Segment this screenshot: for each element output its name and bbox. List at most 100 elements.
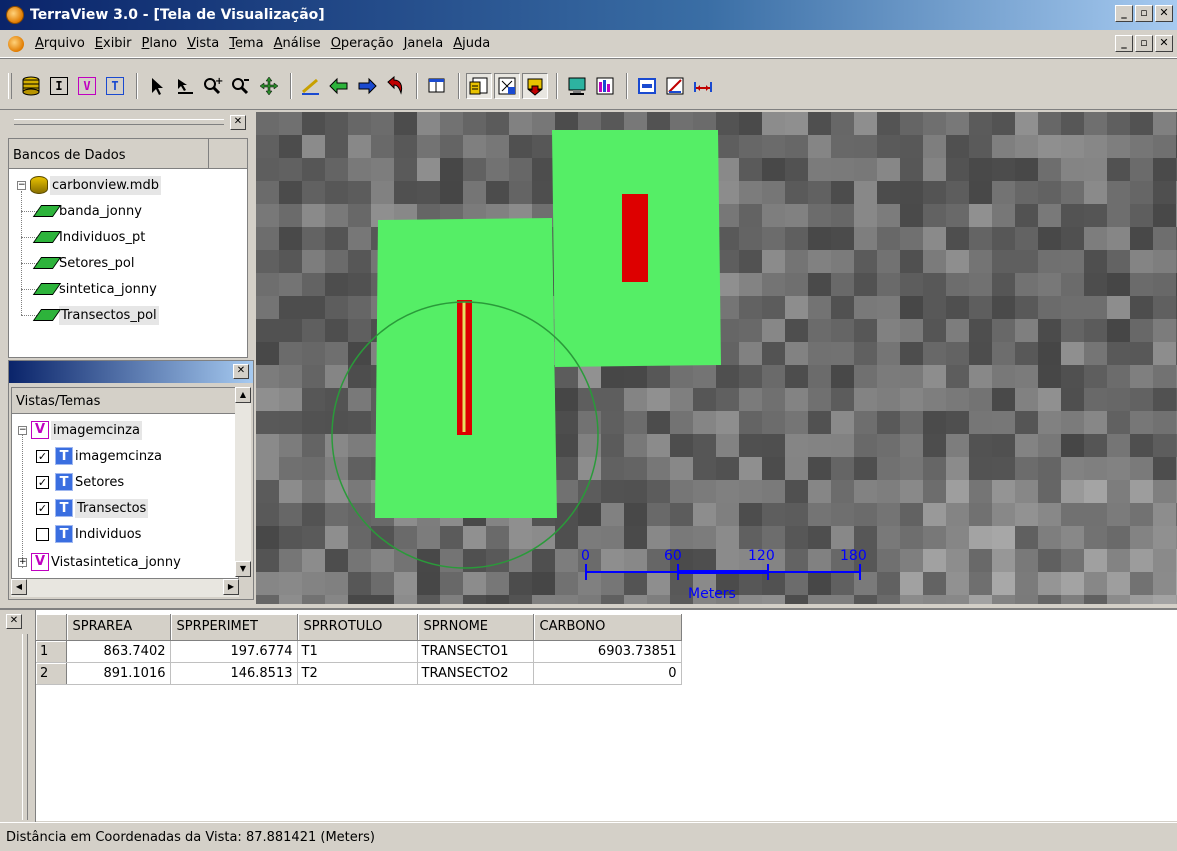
raster-cell — [854, 480, 877, 503]
raster-cell — [923, 112, 946, 135]
document-restore-button[interactable]: ▫ — [1135, 35, 1153, 52]
views-themes-panel: ✕ Vistas/Temas − V imagemcinza ✓ T image… — [8, 360, 254, 600]
menu-analise[interactable]: Análise — [269, 36, 326, 51]
tree-item-theme-setores[interactable]: ✓ T Setores — [36, 470, 124, 494]
draw-line-icon[interactable] — [298, 73, 324, 99]
cell-carbono[interactable]: 6903.73851 — [533, 640, 682, 663]
tree-item-layer-transectos-pol[interactable]: Transectos_pol — [21, 303, 159, 327]
raster-cell — [1084, 595, 1107, 604]
theme-checkbox[interactable]: ✓ — [36, 501, 49, 515]
tree-item-layer-sintetica-jonny[interactable]: sintetica_jonny — [21, 277, 157, 301]
raster-cell — [394, 181, 417, 204]
close-button[interactable]: ✕ — [1155, 5, 1173, 22]
table-close-icon[interactable]: ✕ — [6, 614, 22, 629]
table-icon[interactable] — [424, 73, 450, 99]
table-row[interactable]: 2 891.1016 146.8513 T2 TRANSECTO2 0 — [36, 662, 682, 685]
theme-letter-button[interactable]: T — [102, 73, 128, 99]
zoom-out-icon[interactable] — [228, 73, 254, 99]
menu-tema[interactable]: Tema — [224, 36, 268, 51]
tree-item-theme-imagemcinza[interactable]: ✓ T imagemcinza — [36, 444, 162, 468]
collapse-icon[interactable]: − — [17, 180, 26, 190]
forward-arrow-icon[interactable] — [354, 73, 380, 99]
row-number[interactable]: 1 — [36, 640, 67, 663]
toolbar-grip[interactable] — [8, 73, 12, 99]
document-menu-icon[interactable] — [8, 35, 24, 52]
back-arrow-icon[interactable] — [326, 73, 352, 99]
minimize-button[interactable]: _ — [1115, 5, 1133, 22]
raster-cell — [946, 273, 969, 296]
scroll-down-icon[interactable]: ▼ — [235, 561, 251, 577]
view-letter-button[interactable]: V — [74, 73, 100, 99]
tree-item-database[interactable]: − carbonview.mdb — [17, 173, 161, 197]
theme-checkbox[interactable]: ✓ — [36, 475, 49, 489]
pan-icon[interactable] — [256, 73, 282, 99]
cell-sprrotulo[interactable]: T1 — [297, 640, 418, 663]
pointer-icon[interactable] — [144, 73, 170, 99]
table-row[interactable]: 1 863.7402 197.6774 T1 TRANSECTO1 6903.7… — [36, 640, 682, 663]
raster-cell — [900, 572, 923, 595]
expand-icon[interactable]: + — [18, 557, 27, 567]
tree-item-view-imagemcinza[interactable]: − V imagemcinza — [18, 418, 142, 442]
display-icon[interactable] — [564, 73, 590, 99]
menu-vista[interactable]: Vista — [182, 36, 224, 51]
grid-icon[interactable] — [494, 73, 520, 99]
theme-checkbox[interactable] — [36, 527, 49, 541]
views-vertical-scrollbar[interactable]: ▲ ▼ — [235, 387, 251, 577]
column-header-carbono[interactable]: CARBONO — [533, 614, 682, 641]
tree-item-layer-setores-pol[interactable]: Setores_pol — [21, 251, 134, 275]
menu-operacao[interactable]: Operação — [326, 36, 399, 51]
scroll-up-icon[interactable]: ▲ — [235, 387, 251, 403]
info-tool-icon[interactable] — [172, 73, 198, 99]
cell-sprrotulo[interactable]: T2 — [297, 662, 418, 685]
cell-sprarea[interactable]: 891.1016 — [66, 662, 171, 685]
column-header-sprarea[interactable]: SPRAREA — [66, 614, 171, 641]
theme-checkbox[interactable]: ✓ — [36, 449, 49, 463]
tree-item-layer-banda-jonny[interactable]: banda_jonny — [21, 199, 142, 223]
column-header-sprnome[interactable]: SPRNOME — [417, 614, 534, 641]
edit-icon[interactable] — [662, 73, 688, 99]
map-canvas[interactable]: 0 60 120 180 Meters — [256, 112, 1177, 604]
tree-item-layer-individuos-pt[interactable]: Individuos_pt — [21, 225, 145, 249]
query-icon[interactable] — [466, 73, 492, 99]
document-minimize-button[interactable]: _ — [1115, 35, 1133, 52]
raster-cell — [1130, 457, 1153, 480]
views-horizontal-scrollbar[interactable]: ◀ ▶ — [11, 579, 239, 597]
raster-cell — [785, 181, 808, 204]
row-number[interactable]: 2 — [36, 662, 67, 685]
menu-janela[interactable]: Janela — [399, 36, 449, 51]
scroll-left-icon[interactable]: ◀ — [11, 579, 27, 595]
zoom-in-icon[interactable]: + — [200, 73, 226, 99]
legend-icon[interactable] — [634, 73, 660, 99]
chart-icon[interactable] — [592, 73, 618, 99]
scroll-right-icon[interactable]: ▶ — [223, 579, 239, 595]
maximize-button[interactable]: ▫ — [1135, 5, 1153, 22]
measure-icon[interactable] — [690, 73, 716, 99]
tree-item-view-vistasintetica-jonny[interactable]: + V Vistasintetica_jonny — [18, 550, 181, 574]
menu-arquivo[interactable]: Arquivo — [30, 36, 90, 51]
info-letter-button[interactable]: I — [46, 73, 72, 99]
cell-sprnome[interactable]: TRANSECTO2 — [417, 662, 534, 685]
column-header-sprperimet[interactable]: SPRPERIMET — [170, 614, 298, 641]
cell-sprarea[interactable]: 863.7402 — [66, 640, 171, 663]
undo-icon[interactable] — [382, 73, 408, 99]
menu-plano[interactable]: Plano — [137, 36, 183, 51]
views-panel-close-icon[interactable]: ✕ — [233, 364, 249, 379]
cell-sprperimet[interactable]: 197.6774 — [170, 640, 298, 663]
raster-cell — [716, 181, 739, 204]
database-panel-grip[interactable]: ✕ — [8, 112, 246, 134]
export-icon[interactable] — [522, 73, 548, 99]
cell-carbono[interactable]: 0 — [533, 662, 682, 685]
transect-polygon-2[interactable] — [622, 194, 648, 282]
views-panel-titlebar[interactable]: ✕ — [9, 361, 253, 383]
cell-sprperimet[interactable]: 146.8513 — [170, 662, 298, 685]
document-close-button[interactable]: ✕ — [1155, 35, 1173, 52]
column-header-sprrotulo[interactable]: SPRROTULO — [297, 614, 418, 641]
raster-cell — [831, 480, 854, 503]
database-icon[interactable] — [18, 73, 44, 99]
menu-ajuda[interactable]: Ajuda — [448, 36, 495, 51]
tree-item-theme-individuos[interactable]: T Individuos — [36, 522, 141, 546]
tree-item-theme-transectos[interactable]: ✓ T Transectos — [36, 496, 149, 520]
cell-sprnome[interactable]: TRANSECTO1 — [417, 640, 534, 663]
menu-exibir[interactable]: Exibir — [90, 36, 137, 51]
database-panel-close-icon[interactable]: ✕ — [230, 115, 246, 130]
